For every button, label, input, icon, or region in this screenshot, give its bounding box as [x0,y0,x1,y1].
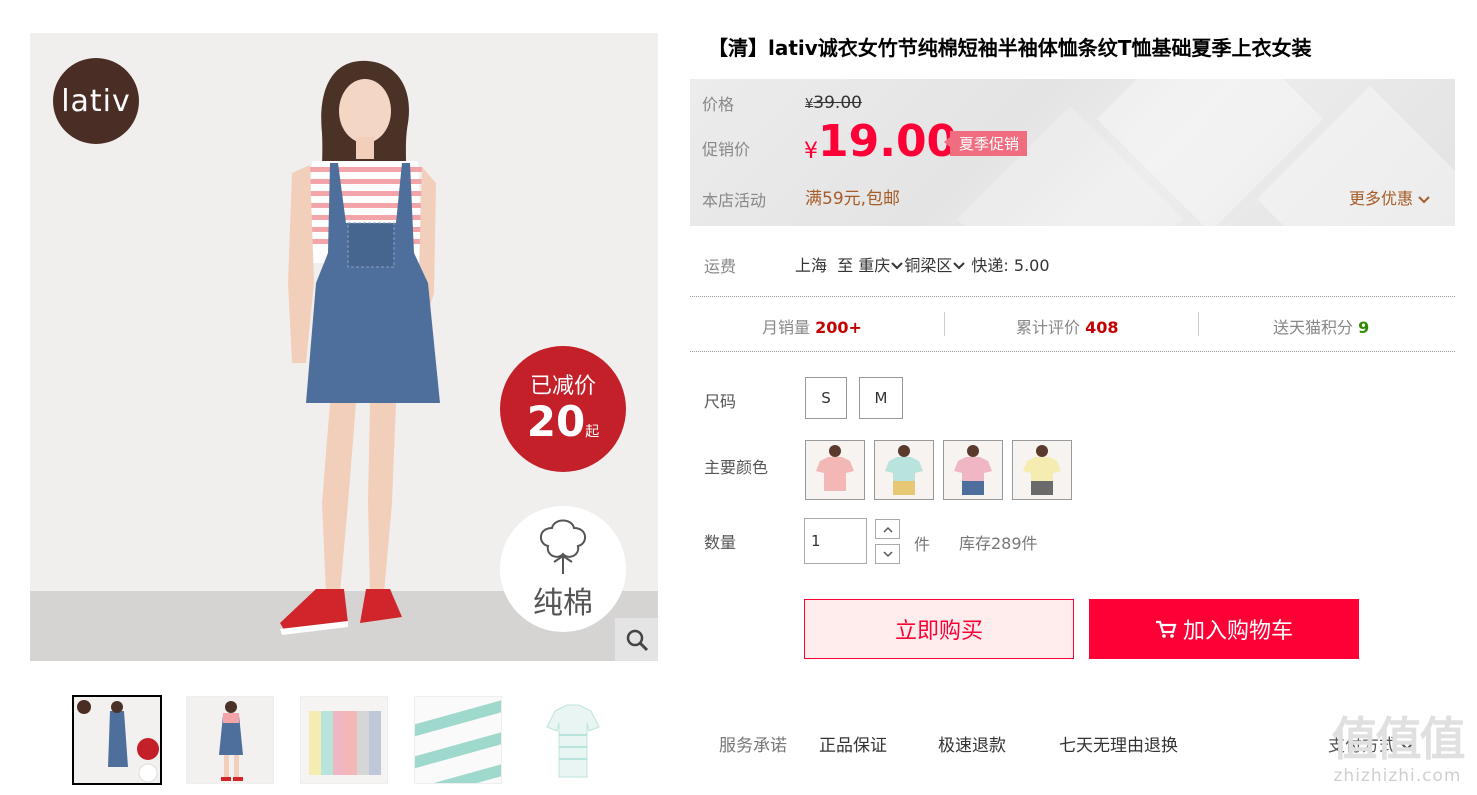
stat-value: 408 [1085,318,1119,337]
service-7day-return[interactable]: 七天无理由退换 [1059,731,1178,756]
more-offers-link[interactable]: 更多优惠 [1349,185,1430,209]
cotton-icon [540,519,586,574]
original-price: ¥39.00 [805,93,862,113]
thumbnail-image [301,697,387,783]
magnifier-icon [626,629,648,651]
shipping-label: 运费 [704,257,737,276]
divider [690,296,1455,297]
color-option-pink[interactable] [805,440,865,500]
quantity-label: 数量 [704,533,737,552]
stock-count: 库存289件 [959,534,1038,553]
color-option-mint[interactable] [874,440,934,500]
thumbnail-4[interactable] [414,696,502,784]
color-swatch-image [806,441,864,499]
color-option-yellow[interactable] [1012,440,1072,500]
color-option-rose[interactable] [943,440,1003,500]
thumbnail-image [187,697,273,783]
promo-tag: 夏季促销 [943,131,1028,156]
discount-amount: 20 [526,397,586,446]
color-swatch-image [944,441,1002,499]
stat-label: 月销量 [762,318,811,337]
service-label: 服务承诺 [719,736,787,756]
divider [1198,312,1199,336]
tmall-points: 送天猫积分 9 [1273,314,1369,338]
size-label: 尺码 [704,392,737,411]
cotton-label: 纯棉 [533,586,593,621]
watermark-url: zhizhizhi.com [1333,766,1462,786]
chevron-down-icon [1418,196,1430,204]
cotton-badge: 纯棉 [500,506,626,632]
promo-currency-symbol: ¥ [804,139,818,164]
stat-label: 累计评价 [1016,318,1081,337]
thumbnail-1[interactable] [72,695,162,785]
size-option-s[interactable]: S [805,377,847,419]
thumbnail-2[interactable] [186,696,274,784]
buy-now-button[interactable]: 立即购买 [804,599,1074,659]
color-label: 主要颜色 [704,458,769,477]
add-to-cart-label: 加入购物车 [1182,619,1293,644]
chevron-up-icon [882,526,893,533]
thumbnail-3[interactable] [300,696,388,784]
cart-icon [1155,620,1177,638]
service-fast-refund[interactable]: 极速退款 [938,731,1006,756]
discount-badge-text: 已减价 [529,374,596,399]
original-price-value: 39.00 [813,93,862,113]
chevron-down-icon [882,550,893,557]
shop-activity-label: 本店活动 [702,191,767,210]
product-title: 【清】lativ诚衣女竹节纯棉短袖半袖体恤条纹T恤基础夏季上衣女装 [708,36,1312,60]
ship-from: 上海 [795,256,828,275]
city-select[interactable]: 重庆 [858,256,904,275]
district-select[interactable]: 铜梁区 [904,256,966,275]
stat-value: 9 [1358,318,1370,337]
stat-value: 200+ [815,318,862,337]
stat-label: 送天猫积分 [1273,318,1354,337]
watermark-logo: 值值值 zhizhizhi.com [1325,712,1470,792]
thumbnail-image [415,697,501,783]
discount-suffix: 起 [585,424,600,440]
review-count[interactable]: 累计评价 408 [1016,314,1119,338]
quantity-decrease-button[interactable] [875,544,900,564]
color-swatch-image [1013,441,1071,499]
service-genuine[interactable]: 正品保证 [819,731,887,756]
thumbnail-image [529,697,615,783]
quantity-unit: 件 [914,535,931,554]
quantity-increase-button[interactable] [875,519,900,539]
thumbnail-5[interactable] [528,696,616,784]
quantity-input[interactable] [804,518,867,564]
add-to-cart-button[interactable]: 加入购物车 [1089,599,1359,659]
promo-price-label: 促销价 [702,140,751,159]
promo-price: ¥19.00 [804,114,957,170]
brand-logo: lativ [53,58,139,144]
size-option-m[interactable]: M [859,377,903,419]
divider [690,351,1455,352]
district-label: 铜梁区 [904,256,953,275]
chevron-down-icon [891,262,904,270]
discount-badge: 已减价 20起 [500,346,626,472]
divider [944,312,945,336]
watermark-text: 值值值 [1331,712,1466,766]
promo-price-value: 19.00 [818,116,958,167]
city-label: 重庆 [858,256,891,275]
thumbnail-image [74,697,160,783]
more-offers-label: 更多优惠 [1349,189,1414,208]
zoom-button[interactable] [615,618,658,661]
shipping-method: 快递: 5.00 [971,256,1050,275]
monthly-sales: 月销量 200+ [762,314,862,338]
chevron-down-icon [953,262,966,270]
shipping-info: 上海 至 重庆 铜梁区 快递: 5.00 [795,252,1050,276]
price-label: 价格 [702,95,735,114]
ship-to-word: 至 [837,256,854,275]
shop-activity: 满59元,包邮 [805,189,901,209]
color-swatch-image [875,441,933,499]
